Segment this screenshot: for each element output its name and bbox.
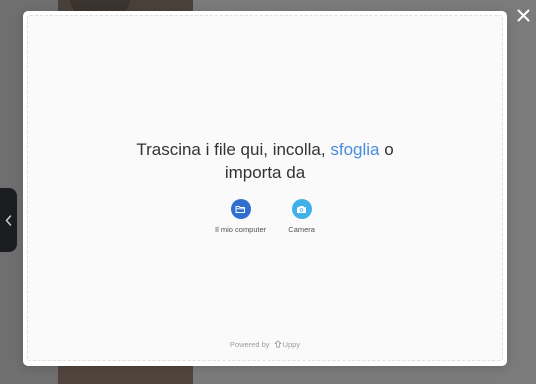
side-panel-toggle[interactable]: [0, 188, 17, 252]
uppy-brand[interactable]: Uppy: [283, 340, 301, 349]
title-text-start: Trascina i file qui, incolla,: [136, 140, 331, 159]
source-label: Camera: [288, 225, 315, 234]
browse-link[interactable]: sfoglia: [330, 140, 379, 159]
drop-zone-title: Trascina i file qui, incolla, sfoglia o …: [28, 138, 502, 184]
drop-zone[interactable]: Trascina i file qui, incolla, sfoglia o …: [27, 15, 503, 361]
camera-icon: [291, 199, 312, 219]
source-my-computer[interactable]: Il mio computer: [215, 199, 266, 234]
source-camera[interactable]: Camera: [288, 199, 315, 234]
upload-dialog: Trascina i file qui, incolla, sfoglia o …: [23, 11, 507, 366]
powered-by-text: Powered by: [229, 340, 270, 349]
uppy-logo-icon: [274, 340, 282, 350]
chevron-left-icon: [5, 214, 12, 226]
close-button[interactable]: [514, 9, 532, 27]
import-sources: Il mio computer Camera: [28, 199, 502, 234]
close-icon: [517, 9, 530, 27]
source-label: Il mio computer: [215, 225, 267, 234]
folder-icon: [230, 199, 251, 219]
powered-by-footer: Powered by Uppy: [28, 340, 502, 350]
